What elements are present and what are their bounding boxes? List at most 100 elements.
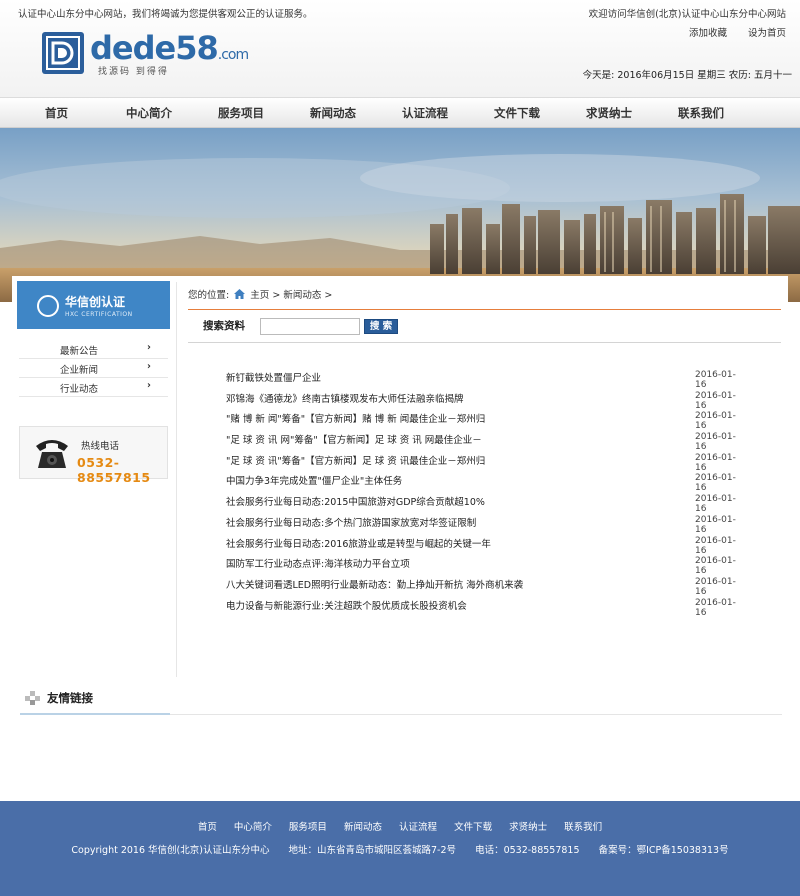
footer-address: 地址：山东省青岛市城阳区荟城路7-2号 bbox=[288, 845, 457, 856]
top-links: 添加收藏 设为首页 bbox=[671, 25, 786, 39]
sidebar-item-label: 行业动态 bbox=[60, 384, 99, 395]
nav-item-downloads[interactable]: 文件下载 bbox=[494, 105, 540, 121]
logo-wordmark: dede58.com bbox=[90, 29, 249, 67]
news-date: 2016-01-16 bbox=[695, 452, 736, 473]
news-date: 2016-01-16 bbox=[695, 494, 736, 515]
footer-link-about[interactable]: 中心简介 bbox=[234, 822, 272, 833]
breadcrumb-current-link[interactable]: 新闻动态 bbox=[283, 290, 321, 301]
footer-phone: 电话：0532-88557815 bbox=[475, 845, 580, 856]
search-input[interactable] bbox=[260, 318, 360, 335]
nav-item-process[interactable]: 认证流程 bbox=[402, 105, 448, 121]
news-title-link[interactable]: "足 球 资 讯 网"筹备"【官方新闻】足 球 资 讯 网最佳企业－ bbox=[226, 432, 482, 446]
footer-link-home[interactable]: 首页 bbox=[198, 822, 217, 833]
search-label: 搜索资料 bbox=[203, 320, 245, 332]
list-item: 社会服务行业每日动态:2015中国旅游对GDP综合贡献超10% 2016-01-1… bbox=[226, 492, 746, 515]
news-title-link[interactable]: "足 球 资 讯"筹备"【官方新闻】足 球 资 讯最佳企业－郑州归 bbox=[226, 453, 485, 467]
search-rule bbox=[188, 342, 781, 343]
sidebar-item-label: 企业新闻 bbox=[60, 365, 99, 376]
news-date: 2016-01-16 bbox=[695, 370, 736, 390]
site-logo[interactable]: dede58.com 找源码 到得得 bbox=[42, 29, 262, 77]
nav-item-news[interactable]: 新闻动态 bbox=[310, 105, 356, 121]
news-title-link[interactable]: 新钉截铁处置僵尸企业 bbox=[226, 370, 321, 384]
site-footer: 首页 中心简介 服务项目 新闻动态 认证流程 文件下载 求贤纳士 联系我们 Co… bbox=[0, 801, 800, 896]
list-item: 新钉截铁处置僵尸企业 2016-01-16 bbox=[226, 368, 746, 390]
nav-item-about[interactable]: 中心简介 bbox=[126, 105, 172, 121]
footer-nav: 首页 中心简介 服务项目 新闻动态 认证流程 文件下载 求贤纳士 联系我们 bbox=[0, 819, 800, 833]
list-item: "足 球 资 讯"筹备"【官方新闻】足 球 资 讯最佳企业－郑州归 2016-01… bbox=[226, 451, 746, 473]
nav-item-services[interactable]: 服务项目 bbox=[218, 105, 264, 121]
friend-links-underline bbox=[20, 713, 170, 715]
nav-item-contact[interactable]: 联系我们 bbox=[678, 105, 724, 121]
list-item: 电力设备与新能源行业:关注超跌个股优质成长股投资机会 2016-01-16 bbox=[226, 596, 746, 618]
footer-link-careers[interactable]: 求贤纳士 bbox=[509, 822, 547, 833]
breadcrumb: 您的位置: 主页 > 新闻动态 > bbox=[188, 287, 332, 302]
news-date: 2016-01-16 bbox=[695, 514, 736, 535]
set-homepage-link[interactable]: 设为首页 bbox=[748, 28, 786, 39]
list-item: 社会服务行业每日动态:多个热门旅游国家放宽对华签证限制 2016-01-16 bbox=[226, 513, 746, 535]
nav-item-home[interactable]: 首页 bbox=[45, 105, 68, 121]
news-date: 2016-01-16 bbox=[695, 535, 736, 556]
search-button[interactable]: 搜 索 bbox=[364, 319, 398, 334]
list-item: 社会服务行业每日动态:2016旅游业或是转型与崛起的关键一年 2016-01-16 bbox=[226, 534, 746, 556]
hotline-number: 0532-88557815 bbox=[77, 455, 151, 485]
sidebar-item-company-news[interactable]: 企业新闻 › bbox=[19, 359, 168, 378]
list-item: 邓锦海《通德龙》终南古镇楼观发布大师任法融亲临揭牌 2016-01-16 bbox=[226, 389, 746, 411]
brand-title: 华信创认证 bbox=[65, 295, 126, 309]
news-title-link[interactable]: "赌 博 新 闻"筹备"【官方新闻】赌 博 新 闻最佳企业－郑州归 bbox=[226, 411, 485, 425]
list-item: 八大关键词看透LED照明行业最新动态：勤上挣灿开新抗 海外商机来袭 2016-01… bbox=[226, 575, 746, 597]
news-title-link[interactable]: 中国力争3年完成处置"僵尸企业"主体任务 bbox=[226, 473, 402, 487]
footer-link-downloads[interactable]: 文件下载 bbox=[454, 822, 492, 833]
list-item: 国防军工行业动态点评:海洋核动力平台立项 2016-01-16 bbox=[226, 554, 746, 577]
welcome-left-text: 认证中心山东分中心网站，我们将竭诚为您提供客观公正的认证服务。 bbox=[18, 9, 313, 20]
footer-copyright: Copyright 2016 华信创(北京)认证山东分中心 bbox=[71, 845, 270, 856]
hotline-box: 热线电话 0532-88557815 bbox=[19, 426, 168, 485]
breadcrumb-prefix: 您的位置: bbox=[188, 290, 230, 301]
news-date: 2016-01-16 bbox=[695, 411, 736, 432]
news-list: 新钉截铁处置僵尸企业 2016-01-16 邓锦海《通德龙》终南古镇楼观发布大师任… bbox=[226, 368, 746, 618]
logo-mark-icon bbox=[42, 32, 84, 74]
news-date: 2016-01-16 bbox=[695, 432, 736, 453]
news-title-link[interactable]: 八大关键词看透LED照明行业最新动态：勤上挣灿开新抗 海外商机来袭 bbox=[226, 577, 523, 591]
news-date: 2016-01-16 bbox=[695, 473, 736, 494]
column-divider bbox=[176, 282, 177, 677]
brand-seal-icon bbox=[37, 295, 59, 317]
sidebar-menu: 最新公告 › 企业新闻 › 行业动态 › bbox=[19, 340, 168, 397]
news-title-link[interactable]: 社会服务行业每日动态:多个热门旅游国家放宽对华签证限制 bbox=[226, 515, 476, 529]
chevron-right-icon: › bbox=[147, 361, 151, 372]
brand-subtitle: HXC CERTIFICATION bbox=[65, 311, 133, 318]
sidebar-item-notices[interactable]: 最新公告 › bbox=[19, 340, 168, 359]
hotline-label: 热线电话 bbox=[81, 441, 120, 452]
list-item: 中国力争3年完成处置"僵尸企业"主体任务 2016-01-16 bbox=[226, 471, 746, 494]
welcome-right-text: 欢迎访问华信创(北京)认证中心山东分中心网站 bbox=[588, 9, 786, 20]
breadcrumb-home-link[interactable]: 主页 bbox=[250, 290, 269, 301]
news-date: 2016-01-16 bbox=[695, 390, 736, 411]
footer-info: Copyright 2016 华信创(北京)认证山东分中心 地址：山东省青岛市城… bbox=[0, 842, 800, 856]
friend-links-title: 友情链接 bbox=[47, 691, 93, 705]
footer-link-process[interactable]: 认证流程 bbox=[399, 822, 437, 833]
breadcrumb-rule bbox=[188, 309, 781, 310]
logo-tagline: 找源码 到得得 bbox=[98, 67, 169, 77]
news-title-link[interactable]: 国防军工行业动态点评:海洋核动力平台立项 bbox=[226, 556, 410, 570]
top-header: 认证中心山东分中心网站，我们将竭诚为您提供客观公正的认证服务。 欢迎访问华信创(… bbox=[0, 0, 800, 98]
add-favorite-link[interactable]: 添加收藏 bbox=[689, 28, 727, 39]
breadcrumb-separator: > bbox=[324, 290, 333, 301]
footer-link-services[interactable]: 服务项目 bbox=[289, 822, 327, 833]
date-line: 今天是: 2016年06月15日 星期三 农历: 五月十一 bbox=[582, 70, 792, 81]
chevron-right-icon: › bbox=[147, 342, 151, 353]
footer-link-news[interactable]: 新闻动态 bbox=[344, 822, 382, 833]
list-item: "赌 博 新 闻"筹备"【官方新闻】赌 博 新 闻最佳企业－郑州归 2016-01… bbox=[226, 409, 746, 432]
sidebar-brand-header: 华信创认证 HXC CERTIFICATION bbox=[17, 281, 170, 329]
footer-icp-link[interactable]: 备案号：鄂ICP备15038313号 bbox=[599, 845, 729, 856]
telephone-icon bbox=[34, 436, 70, 473]
news-date: 2016-01-16 bbox=[695, 597, 736, 618]
sidebar-item-industry-news[interactable]: 行业动态 › bbox=[19, 378, 168, 397]
news-title-link[interactable]: 邓锦海《通德龙》终南古镇楼观发布大师任法融亲临揭牌 bbox=[226, 391, 464, 405]
news-date: 2016-01-16 bbox=[695, 556, 736, 577]
main-nav: 首页 中心简介 服务项目 新闻动态 认证流程 文件下载 求贤纳士 联系我们 bbox=[0, 98, 800, 128]
news-title-link[interactable]: 社会服务行业每日动态:2015中国旅游对GDP综合贡献超10% bbox=[226, 494, 485, 508]
news-title-link[interactable]: 电力设备与新能源行业:关注超跌个股优质成长股投资机会 bbox=[226, 598, 467, 612]
friend-links-rule bbox=[170, 714, 782, 715]
footer-link-contact[interactable]: 联系我们 bbox=[564, 822, 602, 833]
nav-item-careers[interactable]: 求贤纳士 bbox=[586, 105, 632, 121]
news-title-link[interactable]: 社会服务行业每日动态:2016旅游业或是转型与崛起的关键一年 bbox=[226, 536, 491, 550]
